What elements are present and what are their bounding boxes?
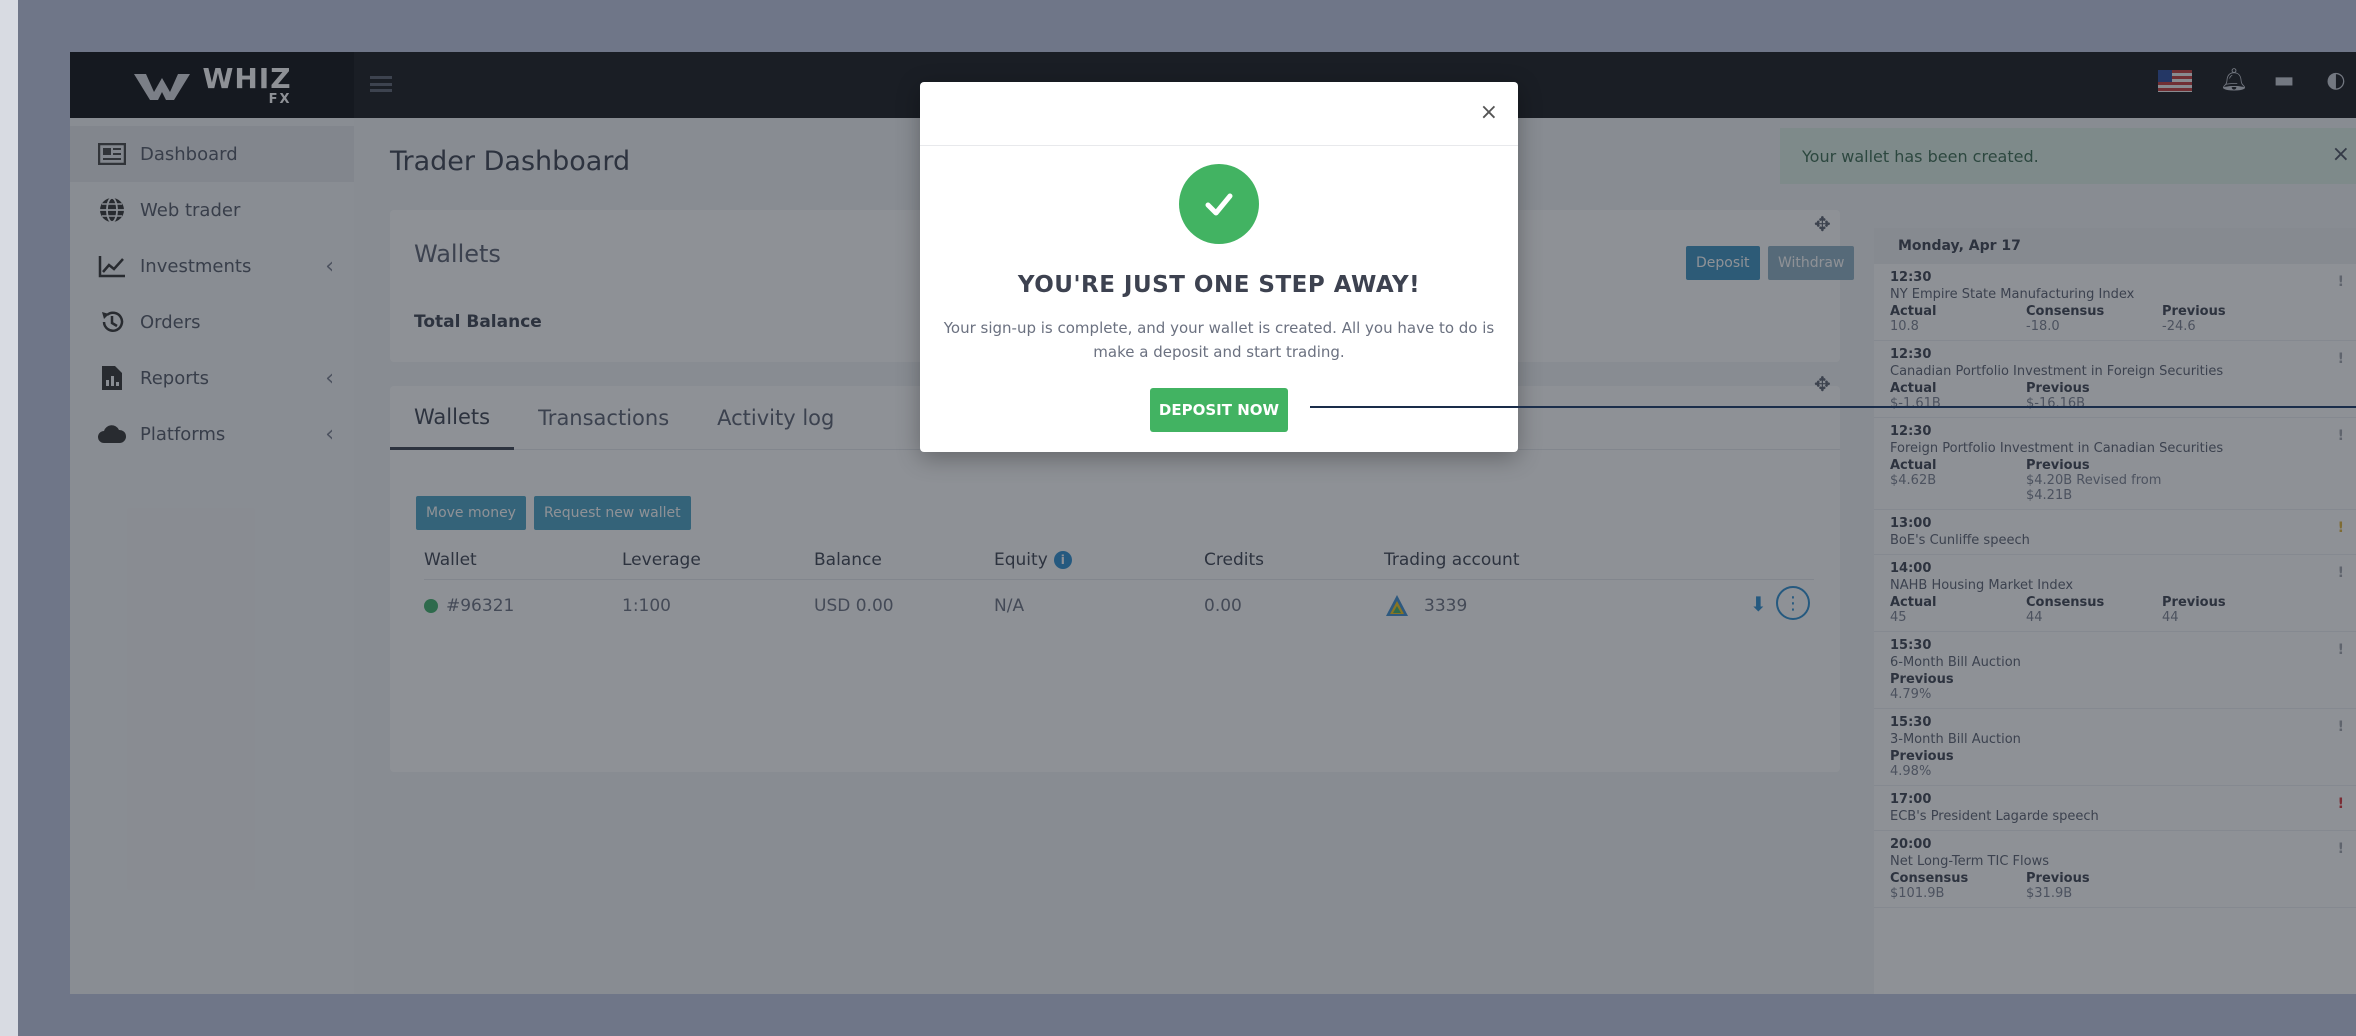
- success-modal: × YOU'RE JUST ONE STEP AWAY! Your sign-u…: [920, 82, 1518, 452]
- annotation-pointer-line: [1310, 406, 2356, 408]
- modal-title: YOU'RE JUST ONE STEP AWAY!: [1017, 272, 1421, 298]
- checkmark-icon: [1179, 164, 1259, 244]
- modal-header: ×: [920, 82, 1518, 146]
- screen-frame: [0, 0, 18, 1036]
- modal-message: Your sign-up is complete, and your walle…: [943, 319, 1495, 361]
- deposit-now-button[interactable]: DEPOSIT NOW: [1150, 388, 1288, 432]
- close-icon[interactable]: ×: [1480, 100, 1498, 125]
